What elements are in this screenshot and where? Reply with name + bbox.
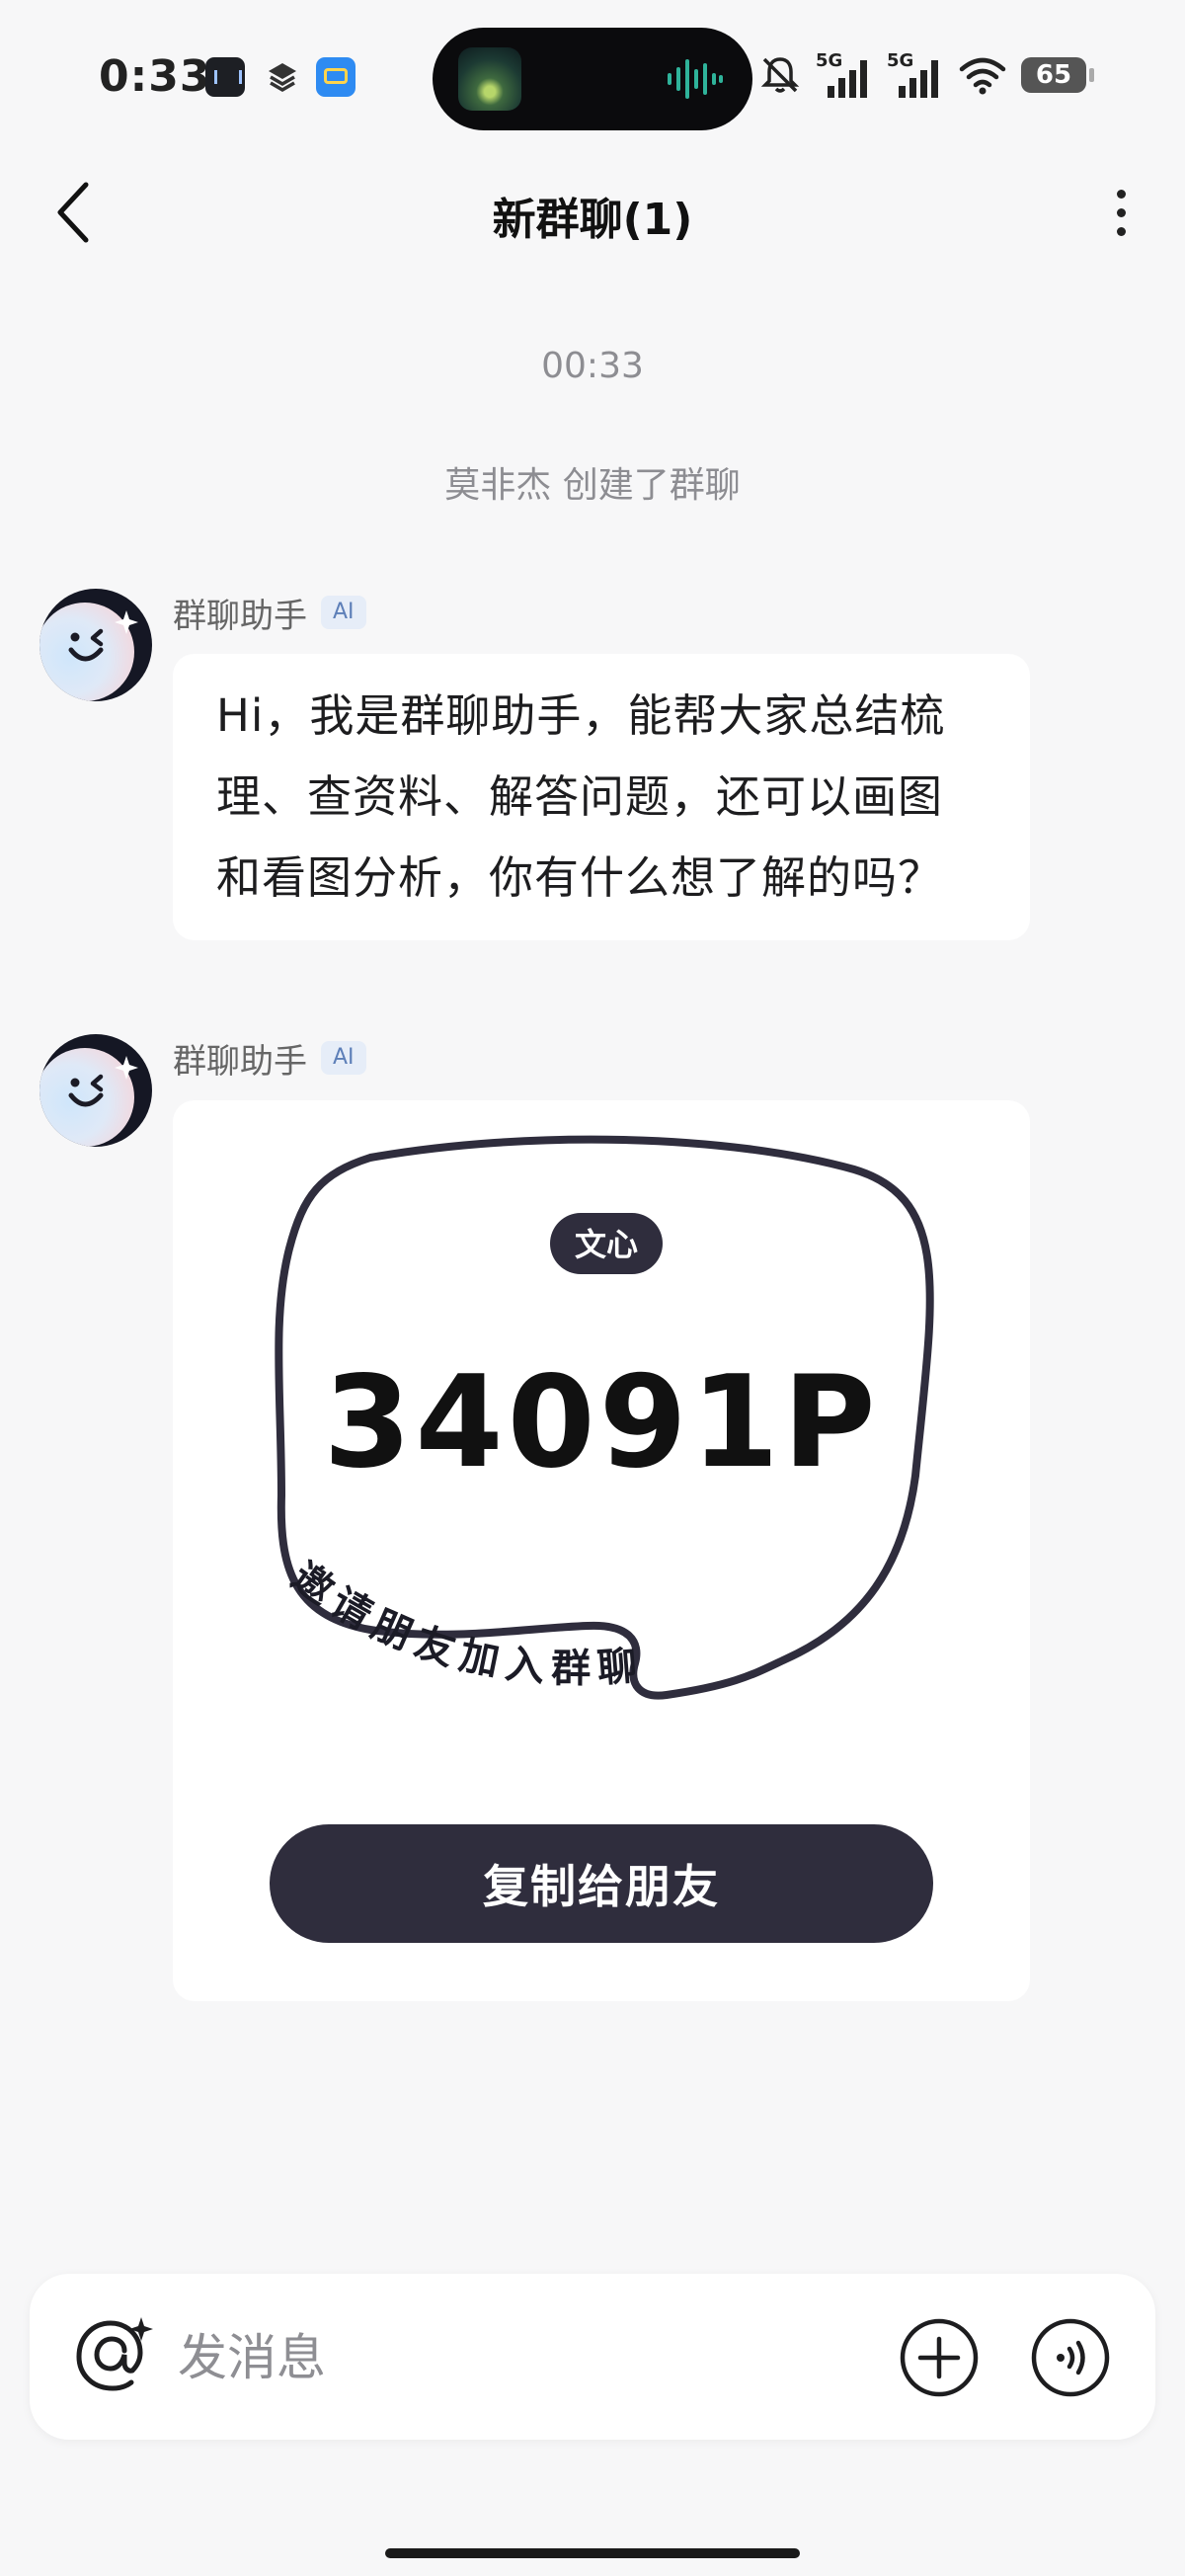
message-text: Hi，我是群聊助手，能帮大家总结梳 理、查资料、解答问题，还可以画图 和看图分析…	[173, 654, 1030, 940]
wallet-app-icon	[316, 57, 356, 97]
at-sparkle-icon	[76, 2317, 153, 2391]
signal-icon: 5G	[887, 50, 944, 100]
brand-label: 文心	[575, 1226, 638, 1263]
mention-button[interactable]	[69, 2313, 158, 2402]
message-composer	[30, 2274, 1155, 2440]
voice-input-button[interactable]	[1030, 2317, 1111, 2398]
message-line: 和看图分析，你有什么想了解的吗？	[216, 851, 944, 904]
sender-name: 群聊助手	[173, 596, 307, 636]
invite-code: 34091P	[323, 1349, 879, 1496]
wifi-icon	[959, 57, 1006, 95]
battery-level: 65	[1035, 60, 1072, 90]
battery-icon: 65	[1021, 57, 1094, 93]
audio-wave-icon	[668, 59, 723, 99]
message-input[interactable]	[176, 2303, 910, 2412]
sender-name: 群聊助手	[173, 1041, 307, 1082]
layers-app-icon	[263, 57, 302, 97]
status-bar: 0:33 5G 5G 65	[0, 0, 1185, 148]
status-icons: 5G 5G 65	[758, 47, 1094, 103]
message-line: 理、查资料、解答问题，还可以画图	[216, 770, 944, 823]
dynamic-island[interactable]	[433, 28, 752, 130]
copy-to-friends-button[interactable]: 复制给朋友	[270, 1824, 933, 1943]
more-vertical-icon	[1116, 207, 1126, 217]
assistant-avatar[interactable]	[40, 589, 152, 701]
more-vertical-icon	[1116, 189, 1126, 199]
sender-row: 群聊助手 AI	[173, 1036, 366, 1082]
home-indicator[interactable]	[385, 2548, 800, 2558]
message-line: Hi，我是群聊助手，能帮大家总结梳	[216, 689, 946, 742]
ai-badge: AI	[321, 1041, 366, 1075]
message-bubble[interactable]: Hi，我是群聊助手，能帮大家总结梳 理、查资料、解答问题，还可以画图 和看图分析…	[173, 654, 1030, 940]
sender-row: 群聊助手 AI	[173, 591, 366, 636]
voice-circle-icon	[1031, 2318, 1110, 2397]
page-title: 新群聊(1)	[492, 195, 693, 245]
plus-circle-icon	[900, 2318, 979, 2397]
invite-code-graphic: 文心 34091P 邀请朋友加入群聊	[275, 1135, 934, 1700]
more-options-button[interactable]	[1086, 176, 1155, 249]
add-attachment-button[interactable]	[899, 2317, 980, 2398]
ai-badge: AI	[321, 596, 366, 629]
assistant-avatar[interactable]	[40, 1034, 152, 1147]
podcast-app-icon	[205, 57, 245, 97]
system-message: 莫非杰 创建了群聊	[444, 465, 741, 506]
signal-icon: 5G	[816, 50, 873, 100]
message-timestamp: 00:33	[541, 346, 644, 386]
now-playing-artwork	[458, 47, 521, 111]
invite-card[interactable]: 文心 34091P 邀请朋友加入群聊 复制给朋友	[173, 1100, 1030, 2001]
chat-header: 新群聊(1)	[0, 148, 1185, 277]
more-vertical-icon	[1116, 226, 1126, 236]
mute-bell-icon	[760, 57, 800, 93]
status-time: 0:33	[99, 51, 211, 102]
